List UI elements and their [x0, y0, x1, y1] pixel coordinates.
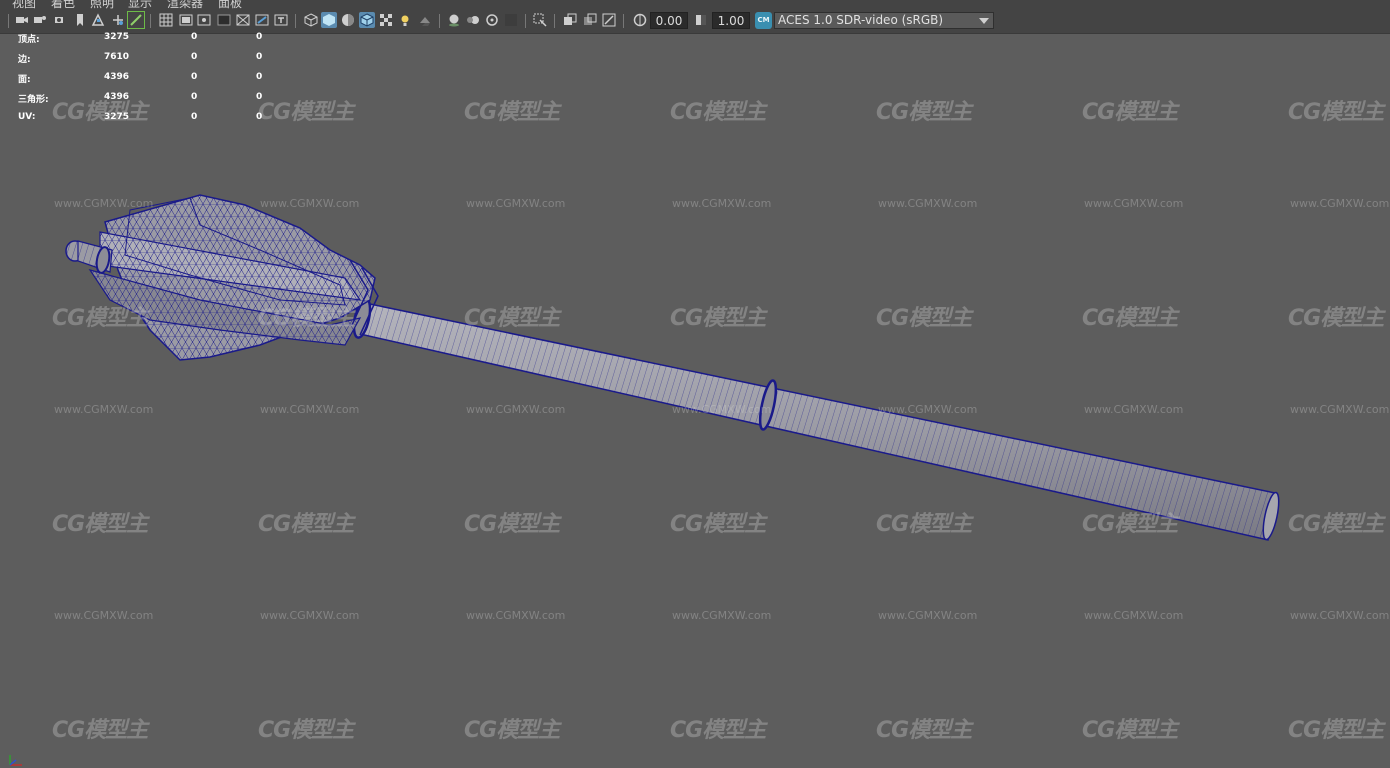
xray-icon[interactable] [562, 12, 578, 28]
camera-attributes-icon[interactable] [32, 12, 48, 28]
gate-mask-icon[interactable] [216, 12, 232, 28]
select-camera-icon[interactable] [14, 12, 30, 28]
mace-model [65, 194, 1280, 541]
xray-joints-icon[interactable] [582, 12, 598, 28]
mace-head [88, 194, 379, 361]
textured-icon[interactable] [378, 12, 394, 28]
hud-row-edges: 边: 7610 0 0 [18, 52, 263, 65]
use-all-lights-icon[interactable] [397, 12, 413, 28]
depth-of-field-icon[interactable] [503, 12, 519, 28]
bookmark-camera-icon[interactable] [52, 12, 68, 28]
toolbar-separator [525, 14, 526, 28]
toolbar-separator [554, 14, 555, 28]
menu-renderer[interactable]: 渲染器 [167, 0, 203, 9]
resolution-gate-icon[interactable] [196, 12, 212, 28]
motion-blur-icon[interactable] [465, 12, 481, 28]
toolbar-separator [295, 14, 296, 28]
viewport-toolbar: 0.00 1.00 CM ACES 1.0 SDR-video (sRGB) [0, 9, 1390, 34]
menu-shading[interactable]: 着色 [51, 0, 75, 9]
hud-row-uvs: UV: 3275 0 0 [18, 112, 263, 122]
multisample-aa-icon[interactable] [484, 12, 500, 28]
safe-title-icon[interactable] [273, 12, 289, 28]
menu-view[interactable]: 视图 [12, 0, 36, 9]
safe-action-icon[interactable] [254, 12, 270, 28]
isolate-select-icon[interactable] [532, 12, 548, 28]
field-chart-icon[interactable] [235, 12, 251, 28]
exposure-field[interactable]: 0.00 [650, 12, 688, 29]
view-axis-icon [9, 755, 22, 766]
2d-pan-zoom-icon[interactable] [110, 12, 126, 28]
chevron-down-icon [979, 18, 989, 24]
view-transform-dropdown[interactable]: ACES 1.0 SDR-video (sRGB) [774, 12, 994, 29]
grease-pencil-icon[interactable] [127, 11, 145, 29]
image-plane-icon[interactable] [90, 12, 106, 28]
film-gate-icon[interactable] [178, 12, 194, 28]
menu-show[interactable]: 显示 [128, 0, 152, 9]
3d-viewport[interactable]: CG模型主 CG模型主 CG模型主 CG模型主 www.CGMXW.com www.CGM… [0, 34, 1390, 766]
color-management-icon[interactable]: CM [755, 12, 772, 29]
toolbar-separator [150, 14, 151, 28]
toolbar-separator [623, 14, 624, 28]
mace-shaft [352, 297, 1280, 541]
toolbar-separator [8, 14, 9, 28]
exposure-icon[interactable] [632, 12, 648, 28]
view-transform-value: ACES 1.0 SDR-video (sRGB) [778, 13, 944, 27]
grid-icon[interactable] [158, 12, 174, 28]
wireframe-on-shaded-icon[interactable] [359, 12, 375, 28]
menu-bar: 视图 着色 照明 显示 渲染器 面板 [0, 0, 1390, 9]
screen-space-ao-icon[interactable] [446, 12, 462, 28]
bookmark-icon[interactable] [72, 12, 88, 28]
toolbar-separator [439, 14, 440, 28]
gamma-icon[interactable] [693, 12, 709, 28]
use-default-material-icon[interactable] [340, 12, 356, 28]
menu-panels[interactable]: 面板 [218, 0, 242, 9]
hud-row-vertices: 顶点: 3275 0 0 [18, 32, 263, 45]
smooth-shade-icon[interactable] [321, 12, 337, 28]
wireframe-icon[interactable] [303, 12, 319, 28]
hud-row-faces: 面: 4396 0 0 [18, 72, 263, 85]
hud-row-triangles: 三角形: 4396 0 0 [18, 92, 263, 105]
gamma-field[interactable]: 1.00 [712, 12, 750, 29]
menu-lighting[interactable]: 照明 [90, 0, 114, 9]
xray-active-components-icon[interactable] [601, 12, 617, 28]
shadows-icon[interactable] [417, 12, 433, 28]
